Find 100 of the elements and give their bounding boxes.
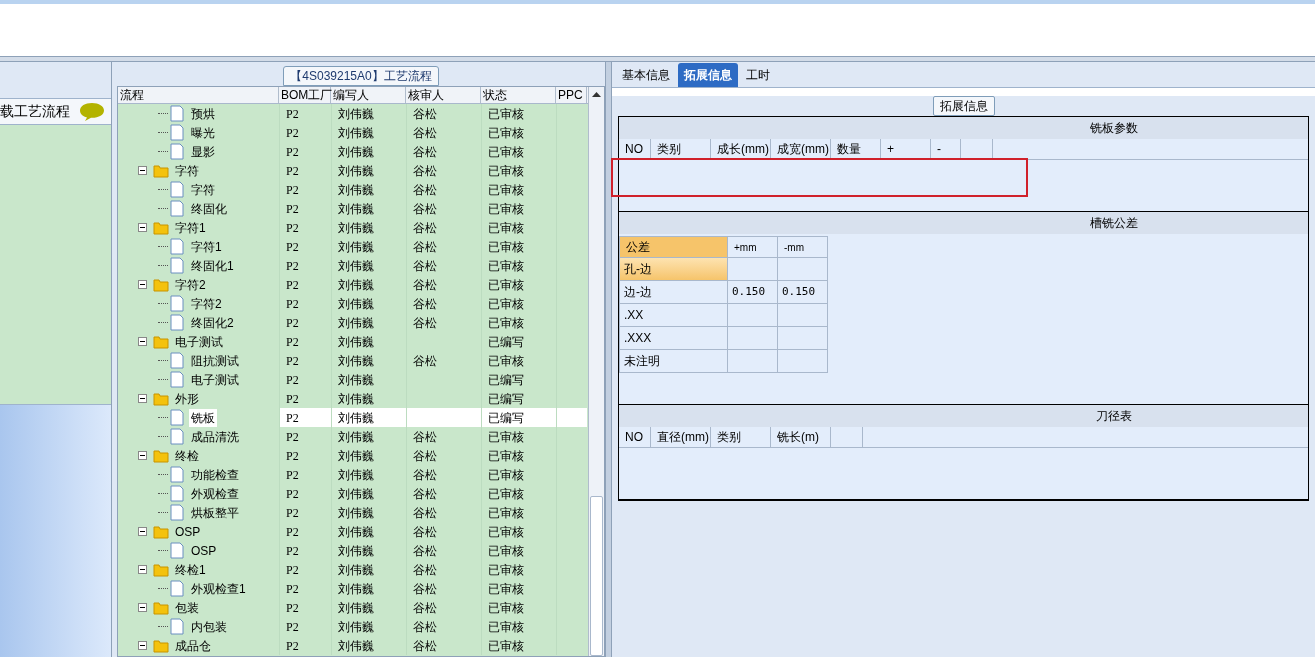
column-header: 铣长(m) — [771, 427, 831, 447]
tree-item[interactable]: 曝光 — [189, 123, 217, 142]
column-header[interactable]: PPC — [556, 87, 587, 103]
table-cell: 谷松 — [406, 579, 481, 598]
column-header: +mm — [727, 236, 777, 257]
table-cell: 谷松 — [406, 541, 481, 560]
table-cell: 刘伟巍 — [331, 104, 406, 123]
tree-item[interactable]: 外形 — [173, 389, 201, 408]
table-cell: P2 — [279, 104, 331, 123]
tree-item[interactable]: 功能检查 — [189, 465, 241, 484]
collapse-icon[interactable] — [138, 451, 147, 460]
table-cell: P2 — [279, 579, 331, 598]
table-cell: P2 — [279, 351, 331, 370]
tree-item[interactable]: 电子测试 — [189, 370, 241, 389]
table-cell: 刘伟巍 — [331, 256, 406, 275]
tree-item[interactable]: 字符1 — [189, 237, 224, 256]
table-cell: P2 — [279, 161, 331, 180]
collapse-icon[interactable] — [138, 280, 147, 289]
column-header: 公差 — [619, 236, 727, 257]
tree-item[interactable]: OSP — [189, 541, 219, 560]
table-cell: 谷松 — [406, 294, 481, 313]
table-cell: 谷松 — [406, 180, 481, 199]
tree-item[interactable]: 字符 — [173, 161, 201, 180]
scroll-thumb[interactable] — [590, 496, 603, 656]
tree-item[interactable]: 成品仓 — [173, 636, 213, 655]
folder-icon — [153, 391, 169, 406]
tree-item[interactable]: 外观检查1 — [189, 579, 248, 598]
tree-item[interactable]: 终固化 — [189, 199, 229, 218]
tree-item[interactable]: OSP — [173, 522, 203, 541]
table-cell: P2 — [279, 180, 331, 199]
table-cell: 刘伟巍 — [331, 427, 406, 446]
collapse-icon[interactable] — [138, 565, 147, 574]
tree-item[interactable]: 包装 — [173, 598, 201, 617]
table-cell: 已审核 — [481, 522, 556, 541]
tree-item[interactable]: 字符1 — [173, 218, 208, 237]
table-cell: 谷松 — [406, 598, 481, 617]
tree-item[interactable]: 烘板整平 — [189, 503, 241, 522]
section-title: 刀径表 — [1095, 408, 1132, 425]
collapse-icon[interactable] — [138, 641, 147, 650]
table-cell: 已审核 — [481, 294, 556, 313]
column-header[interactable]: 编写人 — [331, 87, 406, 103]
column-header: 数量 — [831, 139, 881, 159]
column-header[interactable]: 核审人 — [406, 87, 481, 103]
column-header[interactable]: 流程 — [118, 87, 279, 103]
column-header: -mm — [777, 236, 827, 257]
tab[interactable]: 工时 — [740, 63, 776, 87]
table-cell: 谷松 — [406, 199, 481, 218]
table-cell: 刘伟巍 — [331, 123, 406, 142]
tree-item[interactable]: 显影 — [189, 142, 217, 161]
document-icon — [170, 143, 184, 160]
row-label[interactable]: 孔-边 — [619, 257, 727, 280]
tree-item[interactable]: 终固化2 — [189, 313, 236, 332]
tree-item[interactable]: 铣板 — [189, 408, 217, 427]
table-cell: 刘伟巍 — [331, 237, 406, 256]
document-icon — [170, 485, 184, 502]
tab[interactable]: 拓展信息 — [678, 63, 738, 87]
folder-icon — [153, 277, 169, 292]
collapse-icon[interactable] — [138, 223, 147, 232]
scrollbar[interactable] — [588, 87, 604, 656]
collapse-icon[interactable] — [138, 337, 147, 346]
table-cell: 谷松 — [406, 161, 481, 180]
document-icon — [170, 542, 184, 559]
row-label[interactable]: 未注明 — [619, 349, 727, 372]
column-header[interactable]: 状态 — [481, 87, 556, 103]
tree-item[interactable]: 成品清洗 — [189, 427, 241, 446]
tree-item[interactable]: 字符2 — [173, 275, 208, 294]
row-label[interactable]: .XX — [619, 303, 727, 326]
document-icon — [170, 352, 184, 369]
table-cell: 已审核 — [481, 142, 556, 161]
table-cell: 刘伟巍 — [331, 617, 406, 636]
tree-item[interactable]: 终固化1 — [189, 256, 236, 275]
table-cell: 已审核 — [481, 199, 556, 218]
tree-item[interactable]: 内包装 — [189, 617, 229, 636]
collapse-icon[interactable] — [138, 166, 147, 175]
column-header[interactable]: BOM工厂 — [279, 87, 331, 103]
table-cell: P2 — [279, 332, 331, 351]
table-cell: 已审核 — [481, 313, 556, 332]
tree-item[interactable]: 外观检查 — [189, 484, 241, 503]
folder-icon — [153, 638, 169, 653]
collapse-icon[interactable] — [138, 394, 147, 403]
tab[interactable]: 基本信息 — [616, 63, 676, 87]
row-label[interactable]: 边-边 — [619, 280, 727, 303]
table-cell: 已审核 — [481, 579, 556, 598]
table-cell: 已审核 — [481, 617, 556, 636]
tree-item[interactable]: 电子测试 — [173, 332, 225, 351]
table-cell: P2 — [279, 199, 331, 218]
collapse-icon[interactable] — [138, 603, 147, 612]
tree-item[interactable]: 阻抗测试 — [189, 351, 241, 370]
collapse-icon[interactable] — [138, 527, 147, 536]
table-cell: 谷松 — [406, 218, 481, 237]
tree-item[interactable]: 终检1 — [173, 560, 208, 579]
table-cell: 已编写 — [481, 370, 556, 389]
tree-item[interactable]: 预烘 — [189, 104, 217, 123]
folder-icon — [153, 600, 169, 615]
column-header: + — [881, 139, 931, 159]
tree-item[interactable]: 终检 — [173, 446, 201, 465]
row-label[interactable]: .XXX — [619, 326, 727, 349]
tree-item[interactable]: 字符 — [189, 180, 217, 199]
document-icon — [170, 371, 184, 388]
tree-item[interactable]: 字符2 — [189, 294, 224, 313]
